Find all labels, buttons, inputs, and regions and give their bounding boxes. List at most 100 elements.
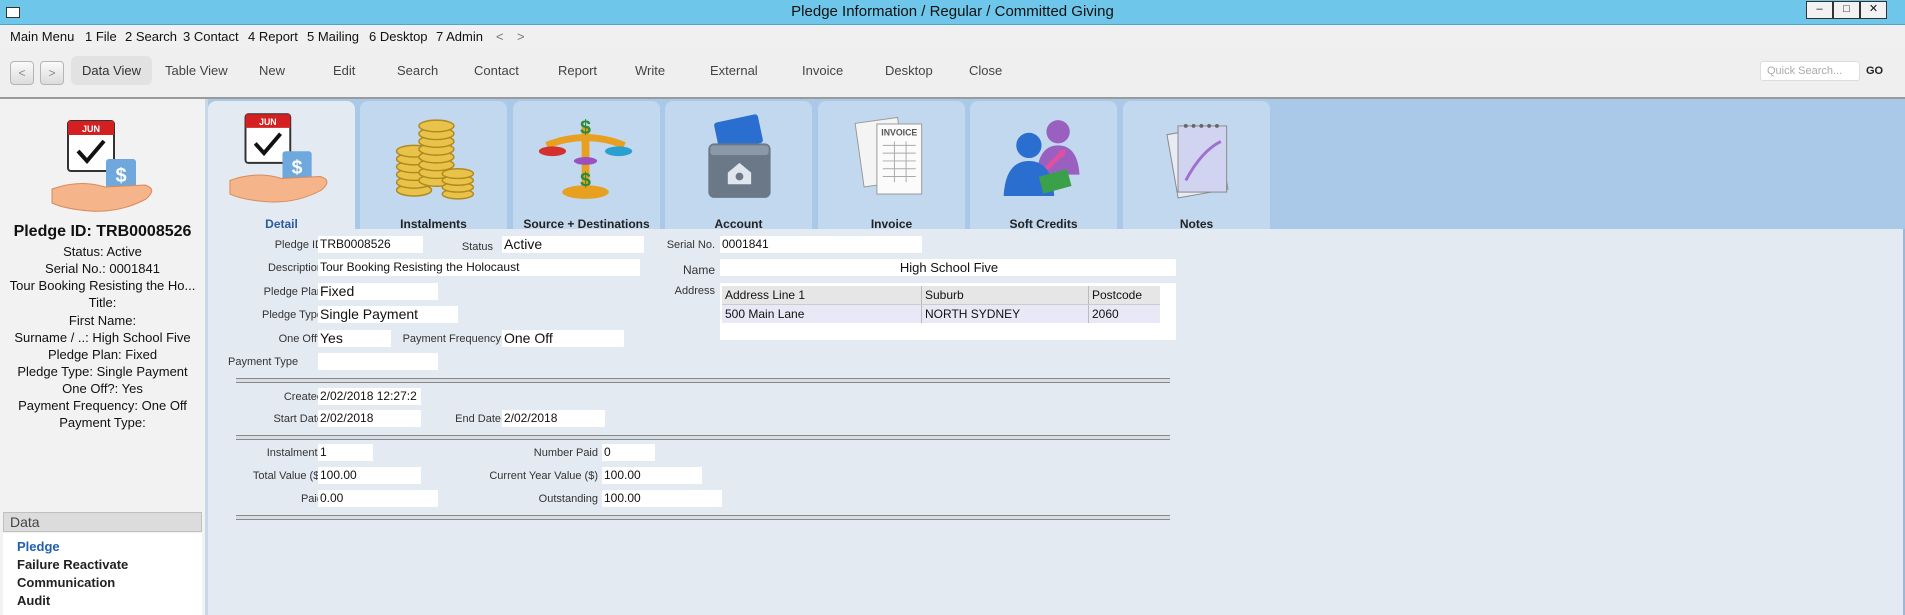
close-button[interactable]: Close — [969, 63, 1002, 78]
tab-detail[interactable]: JUN $ Detail — [208, 101, 355, 231]
current-year-value-label: Current Year Value ($) — [489, 470, 598, 482]
start-date-label: Start Date — [273, 413, 323, 425]
pledge-plan-field[interactable]: Fixed — [318, 283, 438, 300]
tab-instalments[interactable]: Instalments — [360, 101, 507, 231]
back-button[interactable]: < — [10, 61, 34, 85]
outstanding-field[interactable]: 100.00 — [602, 490, 722, 507]
summary-surname: Surname / ..: High School Five — [14, 330, 191, 345]
data-view-button[interactable]: Data View — [71, 56, 153, 85]
minimize-button[interactable]: – — [1806, 1, 1833, 19]
one-off-field[interactable]: Yes — [318, 330, 391, 347]
payment-frequency-label: Payment Frequency — [402, 333, 501, 345]
instalments-label: Instalments — [266, 447, 323, 459]
paid-label: Paid — [300, 493, 323, 505]
summary-status: Status: Active — [63, 244, 142, 259]
menu-scroll-right[interactable]: > — [517, 29, 525, 44]
toolbar: < > Data View Table View New Edit Search… — [0, 47, 1905, 99]
edit-button[interactable]: Edit — [333, 63, 355, 78]
tab-soft-credits[interactable]: Soft Credits — [970, 101, 1117, 231]
total-value-field[interactable]: 100.00 — [318, 467, 421, 484]
tab-source-destinations[interactable]: $ $ Source + Destinations — [513, 101, 660, 231]
tab-soft-credits-label: Soft Credits — [1009, 217, 1078, 231]
data-item-pledge[interactable]: Pledge — [17, 539, 60, 554]
tab-source-destinations-label: Source + Destinations — [523, 217, 650, 231]
payment-type-field[interactable] — [318, 353, 438, 370]
summary-payment-type: Payment Type: — [59, 415, 146, 430]
status-field[interactable]: Active — [502, 236, 644, 253]
menu-main[interactable]: Main Menu — [10, 29, 74, 44]
outstanding-label: Outstanding — [538, 493, 598, 505]
menu-admin[interactable]: 7 Admin — [436, 29, 483, 44]
title-bar: Pledge Information / Regular / Committed… — [0, 0, 1905, 25]
notepad-icon — [1166, 123, 1229, 199]
end-date-label: End Date — [455, 413, 501, 425]
summary-pledge-type: Pledge Type: Single Payment — [17, 364, 188, 379]
created-field[interactable]: 2/02/2018 12:27:2 — [318, 388, 421, 405]
tab-notes[interactable]: Notes — [1123, 101, 1270, 231]
menu-mailing[interactable]: 5 Mailing — [307, 29, 359, 44]
pledge-id-label: Pledge ID — [274, 239, 323, 251]
svg-text:$: $ — [580, 117, 591, 139]
address-line1-cell[interactable]: 500 Main Lane — [722, 304, 922, 323]
forward-button[interactable]: > — [40, 61, 64, 85]
summary-first-name: First Name: — [68, 313, 137, 328]
address-col-suburb[interactable]: Suburb — [921, 286, 1089, 305]
maximize-button[interactable]: □ — [1833, 1, 1860, 19]
payment-frequency-field[interactable]: One Off — [502, 330, 624, 347]
end-date-field[interactable]: 2/02/2018 — [502, 410, 605, 427]
paid-field[interactable]: 0.00 — [318, 490, 438, 507]
desktop-button[interactable]: Desktop — [885, 63, 933, 78]
quick-search-input[interactable]: Quick Search... — [1760, 61, 1860, 81]
tab-account[interactable]: Account — [665, 101, 812, 231]
serial-no-field[interactable]: 0001841 — [720, 236, 922, 253]
description-field[interactable]: Tour Booking Resisting the Holocaust — [318, 259, 640, 276]
summary-pledge-plan: Pledge Plan: Fixed — [47, 347, 158, 362]
pledge-id-field[interactable]: TRB0008526 — [318, 236, 423, 253]
menu-scroll-left[interactable]: < — [496, 29, 504, 44]
summary-panel: JUN $ Pledge ID: TRB0008526 Status: Acti… — [0, 99, 208, 615]
data-section-header: Data — [3, 512, 202, 532]
section-separator — [236, 378, 1170, 383]
go-button[interactable]: GO — [1866, 65, 1883, 77]
svg-text:$: $ — [292, 157, 303, 179]
menu-search[interactable]: 2 Search — [125, 29, 177, 44]
invoice-icon: INVOICE — [854, 116, 923, 195]
menu-report[interactable]: 4 Report — [248, 29, 298, 44]
data-item-failure-reactivate[interactable]: Failure Reactivate — [17, 557, 128, 572]
description-label: Description — [267, 262, 323, 274]
address-postcode-cell[interactable]: 2060 — [1088, 304, 1160, 323]
menu-contact[interactable]: 3 Contact — [183, 29, 239, 44]
table-row[interactable]: 500 Main Lane NORTH SYDNEY 2060 — [722, 304, 1160, 323]
new-button[interactable]: New — [259, 63, 285, 78]
write-button[interactable]: Write — [635, 63, 665, 78]
data-section-list: Pledge Failure Reactivate Communication … — [3, 533, 202, 615]
number-paid-label: Number Paid — [533, 447, 598, 459]
close-window-button[interactable]: ✕ — [1860, 1, 1887, 19]
tab-invoice[interactable]: INVOICE Invoice — [818, 101, 965, 231]
menu-desktop[interactable]: 6 Desktop — [369, 29, 428, 44]
address-col-postcode[interactable]: Postcode — [1088, 286, 1160, 305]
data-item-audit[interactable]: Audit — [17, 593, 50, 608]
pledge-type-field[interactable]: Single Payment — [318, 306, 458, 323]
name-field[interactable]: High School Five — [720, 259, 1176, 276]
pledge-calendar-hand-icon: JUN $ — [51, 120, 153, 212]
tab-notes-label: Notes — [1179, 217, 1214, 231]
data-item-communication[interactable]: Communication — [17, 575, 115, 590]
contact-button[interactable]: Contact — [474, 63, 519, 78]
section-separator — [236, 435, 1170, 440]
menu-file[interactable]: 1 File — [85, 29, 117, 44]
number-paid-field[interactable]: 0 — [602, 444, 655, 461]
summary-title: Title: — [88, 295, 117, 310]
svg-text:INVOICE: INVOICE — [881, 128, 917, 138]
address-col-line1[interactable]: Address Line 1 — [722, 286, 922, 305]
address-suburb-cell[interactable]: NORTH SYDNEY — [921, 304, 1089, 323]
current-year-value-field[interactable]: 100.00 — [602, 467, 702, 484]
external-button[interactable]: External — [710, 63, 758, 78]
invoice-button[interactable]: Invoice — [802, 63, 843, 78]
instalments-field[interactable]: 1 — [318, 444, 373, 461]
search-button[interactable]: Search — [397, 63, 438, 78]
people-credits-icon — [1003, 120, 1080, 196]
table-view-button[interactable]: Table View — [165, 63, 228, 78]
report-button[interactable]: Report — [558, 63, 597, 78]
address-table[interactable]: Address Line 1 Suburb Postcode 500 Main … — [720, 283, 1176, 340]
